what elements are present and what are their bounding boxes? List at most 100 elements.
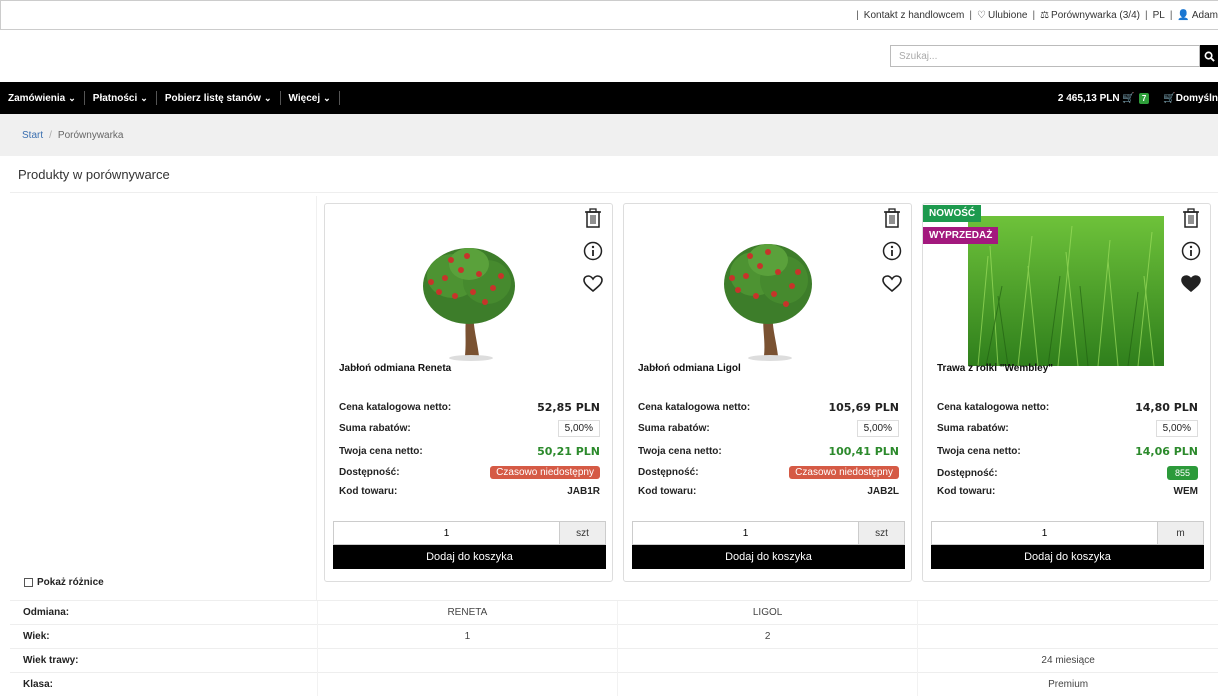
- breadcrumb-start[interactable]: Start: [22, 130, 43, 141]
- availability-badge: Czasowo niedostępny: [490, 466, 600, 479]
- cart-summary[interactable]: 2 465,13 PLN 🛒 7: [1057, 92, 1150, 104]
- availability-row: Dostępność: Czasowo niedostępny: [638, 466, 899, 479]
- discount-value: 5,00%: [1155, 420, 1198, 437]
- your-price-label: Twoja cena netto:: [339, 446, 423, 457]
- separator: |: [1144, 9, 1148, 21]
- separator: |: [856, 9, 859, 21]
- trash-icon: [884, 208, 900, 228]
- card-actions: [881, 207, 903, 306]
- info-button[interactable]: [881, 240, 903, 262]
- code-row: Kod towaru: JAB2L: [638, 486, 899, 497]
- nav-stock-list[interactable]: Pobierz listę stanów ⌄: [157, 91, 281, 105]
- chevron-down-icon: ⌄: [263, 92, 272, 103]
- info-button[interactable]: [1180, 240, 1202, 262]
- nav-orders-label: Zamówienia: [8, 92, 66, 104]
- delete-button[interactable]: [881, 207, 903, 229]
- favorites-label: Ulubione: [987, 9, 1028, 21]
- discount-label: Suma rabatów:: [937, 423, 1009, 434]
- catalog-price-row: Cena katalogowa netto: 14,80 PLN: [937, 401, 1198, 414]
- favorites-link[interactable]: ♡ Ulubione: [977, 10, 1027, 21]
- delete-button[interactable]: [1180, 207, 1202, 229]
- main-nav: Zamówienia ⌄ Płatności ⌄ Pobierz listę sta…: [0, 82, 1218, 114]
- stock-badge: 855: [1166, 466, 1198, 480]
- add-to-cart-button[interactable]: Dodaj do koszyka: [632, 545, 905, 569]
- availability-label: Dostępność:: [339, 467, 400, 478]
- catalog-price-row: Cena katalogowa netto: 52,85 PLN: [339, 401, 600, 414]
- sale-tag: WYPRZEDAŻ: [923, 227, 999, 244]
- breadcrumb-current: Porównywarka: [57, 129, 124, 141]
- search-input[interactable]: [890, 45, 1200, 67]
- default-cart-button[interactable]: 🛒 Domyśln: [1163, 93, 1218, 104]
- table-row: Wiek trawy: 24 miesiące: [10, 648, 1218, 673]
- search-button[interactable]: [1200, 45, 1218, 67]
- user-menu[interactable]: 👤 Adam: [1177, 10, 1218, 21]
- nav-orders[interactable]: Zamówienia ⌄: [0, 91, 85, 105]
- product-name[interactable]: Jabłoń odmiana Ligol: [638, 363, 741, 374]
- compare-label: Porównywarka (3/4): [1051, 9, 1140, 21]
- add-to-cart-button[interactable]: Dodaj do koszyka: [931, 545, 1204, 569]
- catalog-price-value: 14,80 PLN: [1135, 401, 1198, 414]
- favorite-button[interactable]: [881, 273, 903, 295]
- attr-value: [616, 648, 918, 673]
- quantity-input[interactable]: [932, 522, 1157, 544]
- card-actions: [582, 207, 604, 306]
- your-price-row: Twoja cena netto: 50,21 PLN: [339, 445, 600, 458]
- favorite-button[interactable]: [1180, 273, 1202, 295]
- show-differences-toggle[interactable]: Pokaż różnice: [24, 577, 104, 588]
- code-label: Kod towaru:: [638, 486, 697, 497]
- nav-payments[interactable]: Płatności ⌄: [85, 91, 157, 105]
- attr-value: [917, 600, 1218, 625]
- product-card: NOWOŚĆ WYPRZEDAŻ Trawa z rolki "Wembley"…: [922, 203, 1211, 582]
- nav-more[interactable]: Więcej ⌄: [281, 91, 340, 105]
- attr-value: [316, 672, 618, 696]
- search-icon: [1204, 51, 1215, 62]
- code-value: JAB1R: [567, 486, 600, 497]
- code-label: Kod towaru:: [937, 486, 996, 497]
- discount-row: Suma rabatów: 5,00%: [638, 420, 899, 437]
- table-row: Odmiana: RENETA LIGOL: [10, 600, 1218, 625]
- availability-label: Dostępność:: [937, 467, 998, 479]
- language-selector[interactable]: PL: [1153, 10, 1165, 21]
- info-icon: [882, 241, 902, 261]
- cart-total: 2 465,13 PLN: [1057, 92, 1120, 104]
- unit-label: szt: [559, 522, 605, 544]
- trash-icon: [1183, 208, 1199, 228]
- show-differences-label: Pokaż różnice: [37, 577, 104, 588]
- your-price-value: 14,06 PLN: [1135, 445, 1198, 458]
- nav-right: 2 465,13 PLN 🛒 7 🛒 Domyśln: [1058, 82, 1218, 114]
- heart-icon: [583, 275, 603, 293]
- catalog-price-row: Cena katalogowa netto: 105,69 PLN: [638, 401, 899, 414]
- chevron-down-icon: ⌄: [140, 92, 148, 103]
- compare-link[interactable]: ⚖ Porównywarka (3/4): [1040, 10, 1140, 21]
- your-price-label: Twoja cena netto:: [638, 446, 722, 457]
- product-name[interactable]: Jabłoń odmiana Reneta: [339, 363, 451, 374]
- chevron-down-icon: ⌄: [323, 92, 331, 103]
- contact-link[interactable]: Kontakt z handlowcem: [864, 10, 965, 21]
- heart-icon: [882, 275, 902, 293]
- checkbox[interactable]: [24, 578, 33, 587]
- top-links: | Kontakt z handlowcem | ♡ Ulubione | ⚖ Po…: [851, 10, 1218, 21]
- product-name[interactable]: Trawa z rolki "Wembley": [937, 363, 1053, 374]
- table-row: Klasa: Premium: [10, 672, 1218, 696]
- code-label: Kod towaru:: [339, 486, 398, 497]
- separator: |: [1169, 9, 1173, 21]
- nav-payments-label: Płatności: [92, 92, 138, 104]
- delete-button[interactable]: [582, 207, 604, 229]
- info-button[interactable]: [582, 240, 604, 262]
- unit-label: m: [1157, 522, 1203, 544]
- availability-label: Dostępność:: [638, 467, 699, 478]
- add-to-cart-button[interactable]: Dodaj do koszyka: [333, 545, 606, 569]
- heart-icon: ♡: [977, 9, 986, 21]
- favorite-button[interactable]: [582, 273, 604, 295]
- your-price-label: Twoja cena netto:: [937, 446, 1021, 457]
- scale-icon: ⚖: [1040, 9, 1050, 21]
- breadcrumb-separator: /: [49, 129, 52, 141]
- quantity-input[interactable]: [633, 522, 858, 544]
- quantity-input[interactable]: [334, 522, 559, 544]
- default-cart-label: Domyśln: [1175, 92, 1218, 104]
- discount-row: Suma rabatów: 5,00%: [339, 420, 600, 437]
- attr-value: [917, 624, 1218, 649]
- quantity-stepper: szt: [632, 521, 905, 545]
- discount-row: Suma rabatów: 5,00%: [937, 420, 1198, 437]
- availability-row: Dostępność: 855: [937, 466, 1198, 480]
